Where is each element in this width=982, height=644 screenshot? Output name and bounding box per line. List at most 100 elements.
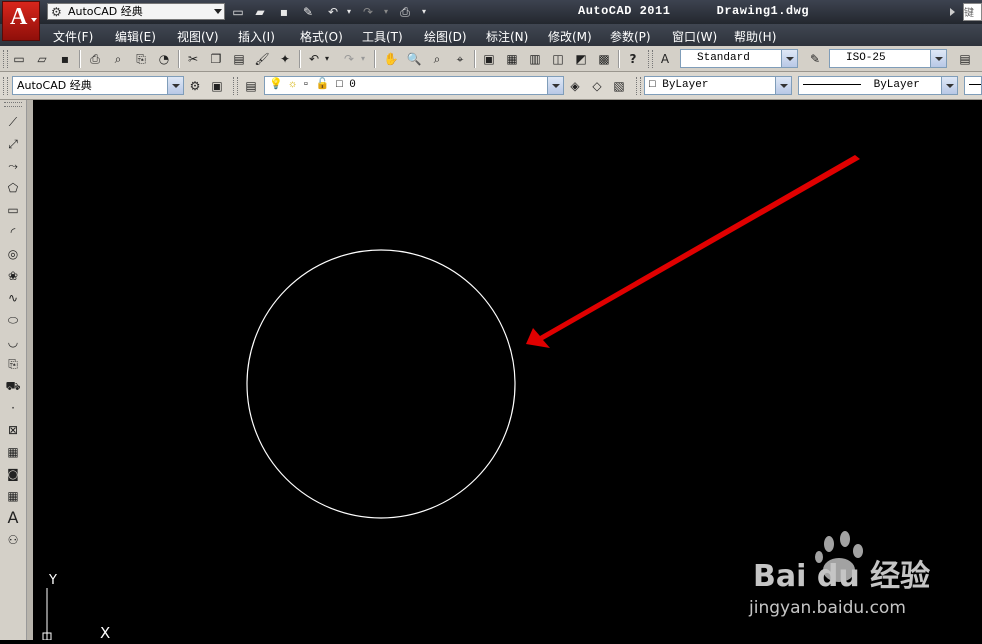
chevron-right-icon[interactable] <box>950 8 955 16</box>
arc-icon[interactable]: ◜ <box>3 222 23 242</box>
insert-block-icon[interactable]: ⎘ <box>3 354 23 374</box>
table-icon[interactable]: ▦ <box>3 486 23 506</box>
toolbar-grip[interactable] <box>4 102 22 107</box>
drawing-canvas[interactable]: Y X Bai du 经验 jingyan.baidu.com <box>33 100 982 642</box>
gradient-icon[interactable]: ▦ <box>3 442 23 462</box>
line-icon[interactable]: ⟋ <box>3 112 23 132</box>
paste-icon[interactable]: ▤ <box>230 50 248 68</box>
pan-icon[interactable]: ✋ <box>382 50 400 68</box>
toolbar-grip[interactable] <box>648 50 653 68</box>
spline-icon[interactable]: ∿ <box>3 288 23 308</box>
menu-format[interactable]: 格式(O) <box>300 28 343 45</box>
table-style-icon[interactable]: ▤ <box>956 50 974 68</box>
menu-insert[interactable]: 插入(I) <box>238 28 275 45</box>
toolbar-grip[interactable] <box>3 77 8 95</box>
chevron-down-icon[interactable] <box>547 77 563 94</box>
layer-select[interactable]: 💡 ☼ ▫ 🔓 □ 0 <box>264 76 564 95</box>
make-current-layer-icon[interactable]: ◈ <box>566 77 584 95</box>
chevron-down-icon[interactable] <box>775 77 791 94</box>
zoom-realtime-icon[interactable]: 🔍 <box>405 50 423 68</box>
help-icon[interactable]: ? <box>624 50 642 68</box>
zoom-window-icon[interactable]: ⌕ <box>428 50 446 68</box>
dimension-style-icon[interactable]: ✎ <box>806 50 824 68</box>
customize-quick-access-icon[interactable]: ▾ <box>416 4 432 20</box>
toolbar-grip[interactable] <box>636 77 641 95</box>
circle-icon[interactable]: ◎ <box>3 244 23 264</box>
workspace-switcher[interactable]: ⚙ AutoCAD 经典 <box>47 3 225 20</box>
color-swatch-icon[interactable]: □ <box>336 79 343 91</box>
redo-dropdown-icon[interactable]: ▾ <box>358 50 368 68</box>
redo-icon[interactable]: ↷ <box>360 4 376 20</box>
save-icon[interactable]: ▪ <box>276 4 292 20</box>
menu-dimension[interactable]: 标注(N) <box>486 28 528 45</box>
add-selected-icon[interactable]: ⚇ <box>3 530 23 550</box>
polygon-icon[interactable]: ⬠ <box>3 178 23 198</box>
text-style-icon[interactable]: A <box>656 50 674 68</box>
toolbar-grip[interactable] <box>233 77 238 95</box>
menu-modify[interactable]: 修改(M) <box>548 28 592 45</box>
layer-states-icon[interactable]: ▧ <box>610 77 628 95</box>
copy-icon[interactable]: ❐ <box>207 50 225 68</box>
3d-dwf-icon[interactable]: ◔ <box>155 50 173 68</box>
clean-screen-icon[interactable]: ▣ <box>208 77 226 95</box>
undo-dropdown-icon[interactable]: ▾ <box>341 4 357 20</box>
toolbar-grip[interactable] <box>3 50 8 68</box>
plot-preview-icon[interactable]: ⌕ <box>109 50 127 68</box>
cut-icon[interactable]: ✂ <box>184 50 202 68</box>
lightbulb-icon[interactable]: 💡 <box>269 79 283 91</box>
new-file-icon[interactable]: ▭ <box>230 4 246 20</box>
menu-edit[interactable]: 编辑(E) <box>115 28 156 45</box>
menu-file[interactable]: 文件(F) <box>53 28 93 45</box>
region-icon[interactable]: ◙ <box>3 464 23 484</box>
rectangle-icon[interactable]: ▭ <box>3 200 23 220</box>
redo-icon[interactable]: ↷ <box>340 50 358 68</box>
color-select[interactable]: □ ByLayer <box>644 76 792 95</box>
dimension-style-select[interactable]: ISO-25 <box>829 49 947 68</box>
new-icon[interactable]: ▭ <box>10 50 28 68</box>
construction-line-icon[interactable]: ⤢ <box>3 134 23 154</box>
match-properties-icon[interactable]: 🖌 <box>253 50 271 68</box>
sun-icon[interactable]: ☼ <box>289 79 296 91</box>
text-style-select[interactable]: Standard <box>680 49 798 68</box>
undo-dropdown-icon[interactable]: ▾ <box>322 50 332 68</box>
plot-icon[interactable]: ⎙ <box>86 50 104 68</box>
block-editor-icon[interactable]: ✦ <box>276 50 294 68</box>
multiline-text-icon[interactable]: A <box>3 508 23 528</box>
unlock-icon[interactable]: 🔓 <box>316 79 330 91</box>
chevron-down-icon[interactable] <box>167 77 183 94</box>
chevron-down-icon[interactable] <box>781 50 797 67</box>
make-block-icon[interactable]: ⛟ <box>3 376 23 396</box>
layer-properties-icon[interactable]: ▤ <box>242 77 260 95</box>
layer-freeze-icon[interactable]: ▫ <box>303 79 310 91</box>
design-center-icon[interactable]: ▦ <box>503 50 521 68</box>
menu-help[interactable]: 帮助(H) <box>734 28 776 45</box>
ellipse-icon[interactable]: ⬭ <box>3 310 23 330</box>
open-icon[interactable]: ▱ <box>33 50 51 68</box>
zoom-previous-icon[interactable]: ⌖ <box>451 50 469 68</box>
lineweight-select[interactable] <box>964 76 982 95</box>
properties-icon[interactable]: ▣ <box>480 50 498 68</box>
open-folder-icon[interactable]: ▰ <box>252 4 268 20</box>
workspace-settings-icon[interactable]: ⚙ <box>186 77 204 95</box>
linetype-select[interactable]: ByLayer <box>798 76 958 95</box>
revision-cloud-icon[interactable]: ❀ <box>3 266 23 286</box>
application-menu-button[interactable]: A <box>2 1 40 41</box>
search-input[interactable]: 键入 <box>963 3 982 21</box>
chevron-down-icon[interactable] <box>930 50 946 67</box>
polyline-icon[interactable]: ⤳ <box>3 156 23 176</box>
save-as-icon[interactable]: ✎ <box>300 4 316 20</box>
ellipse-arc-icon[interactable]: ◡ <box>3 332 23 352</box>
menu-draw[interactable]: 绘图(D) <box>424 28 467 45</box>
publish-icon[interactable]: ⎘ <box>132 50 150 68</box>
menu-tools[interactable]: 工具(T) <box>362 28 403 45</box>
undo-icon[interactable]: ↶ <box>325 4 341 20</box>
calculator-icon[interactable]: ▩ <box>595 50 613 68</box>
hatch-icon[interactable]: ⊠ <box>3 420 23 440</box>
undo-icon[interactable]: ↶ <box>305 50 323 68</box>
save-icon[interactable]: ▪ <box>56 50 74 68</box>
workspace-select[interactable]: AutoCAD 经典 <box>12 76 184 95</box>
redo-dropdown-icon[interactable]: ▾ <box>378 4 394 20</box>
drawn-circle[interactable] <box>246 249 516 519</box>
layer-previous-icon[interactable]: ◇ <box>588 77 606 95</box>
markup-icon[interactable]: ◩ <box>572 50 590 68</box>
